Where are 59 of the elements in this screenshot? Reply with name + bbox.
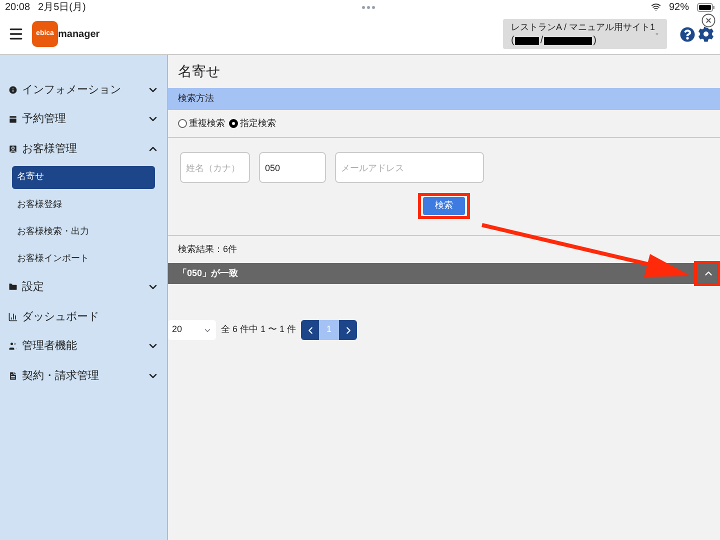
sidebar-label: 管理者機能	[22, 339, 78, 354]
sidebar-item[interactable]: 設定	[0, 272, 167, 302]
site-selector[interactable]: レストランA / マニュアル用サイト1 ( / )	[503, 19, 667, 49]
battery-icon	[697, 2, 715, 12]
help-icon[interactable]	[680, 26, 695, 42]
input-field[interactable]: メールアドレス	[335, 152, 484, 183]
account-text: (	[511, 34, 514, 47]
sidebar-label: 予約管理	[22, 112, 67, 127]
bar-chart-icon	[8, 312, 18, 322]
document-icon	[8, 370, 18, 381]
wifi-icon	[650, 2, 661, 12]
menu-icon[interactable]	[8, 26, 24, 42]
site-name: レストランA / マニュアル用サイト1	[511, 21, 656, 34]
settings-icon[interactable]	[698, 26, 714, 42]
sidebar-item[interactable]: インフォメーション	[0, 75, 167, 104]
sidebar-subitem[interactable]: お客様検索・出力	[12, 220, 155, 244]
radio-option[interactable]: 重複検索	[178, 116, 225, 130]
sidebar-label: 契約・請求管理	[22, 368, 100, 384]
folder-icon	[8, 282, 18, 292]
sidebar-label: インフォメーション	[22, 82, 122, 98]
app-name: manager	[58, 28, 100, 42]
radio-button[interactable]	[178, 119, 187, 128]
search-button[interactable]: 検索	[423, 197, 465, 215]
redaction-bar	[515, 36, 540, 44]
group-label: 「050」が一致	[178, 266, 240, 280]
account-text: /	[540, 34, 544, 47]
sidebar-item[interactable]: 契約・請求管理	[0, 361, 167, 391]
sidebar-label: 設定	[22, 280, 45, 296]
sidebar-item[interactable]: 予約管理	[0, 104, 167, 134]
status-date: 2月5日(月)	[38, 0, 86, 14]
battery-level: 92%	[668, 0, 689, 14]
radio-option[interactable]: 指定検索	[229, 116, 276, 130]
sidebar-subitem[interactable]: 名寄せ	[12, 166, 155, 189]
sidebar-label: お客様管理	[22, 142, 78, 156]
page-size-select[interactable]: 20	[168, 320, 216, 340]
info-icon	[8, 84, 18, 95]
sidebar-item[interactable]: ダッシュボード	[0, 302, 167, 332]
highlight-frame	[418, 193, 470, 219]
sidebar-label: ダッシュボード	[22, 310, 100, 325]
page-summary: 全 6 件中 1 〜 1 件	[221, 323, 296, 336]
redaction-bar	[544, 36, 592, 44]
radio-button[interactable]	[229, 119, 238, 128]
highlight-frame	[694, 261, 720, 286]
section-header: 検索方法	[168, 88, 720, 110]
sidebar-subitem[interactable]: お客様インポート	[12, 248, 155, 271]
next-page-button[interactable]	[339, 320, 358, 340]
page-title: 名寄せ	[177, 62, 221, 81]
sidebar-subitem[interactable]: お客様登録	[12, 192, 155, 216]
sidebar-item[interactable]: 管理者機能	[0, 332, 167, 362]
contact-card-icon	[8, 144, 18, 154]
account-text: )	[593, 34, 596, 47]
more-dots-icon	[362, 6, 375, 8]
sidebar-item[interactable]: お客様管理	[0, 134, 167, 164]
result-count: 検索結果：6件	[177, 242, 238, 256]
input-field[interactable]: 050	[259, 152, 326, 183]
input-field[interactable]: 姓名（カナ）	[180, 152, 250, 183]
status-time: 20:08	[5, 0, 30, 14]
prev-page-button[interactable]	[301, 320, 320, 340]
close-icon[interactable]	[701, 13, 716, 28]
